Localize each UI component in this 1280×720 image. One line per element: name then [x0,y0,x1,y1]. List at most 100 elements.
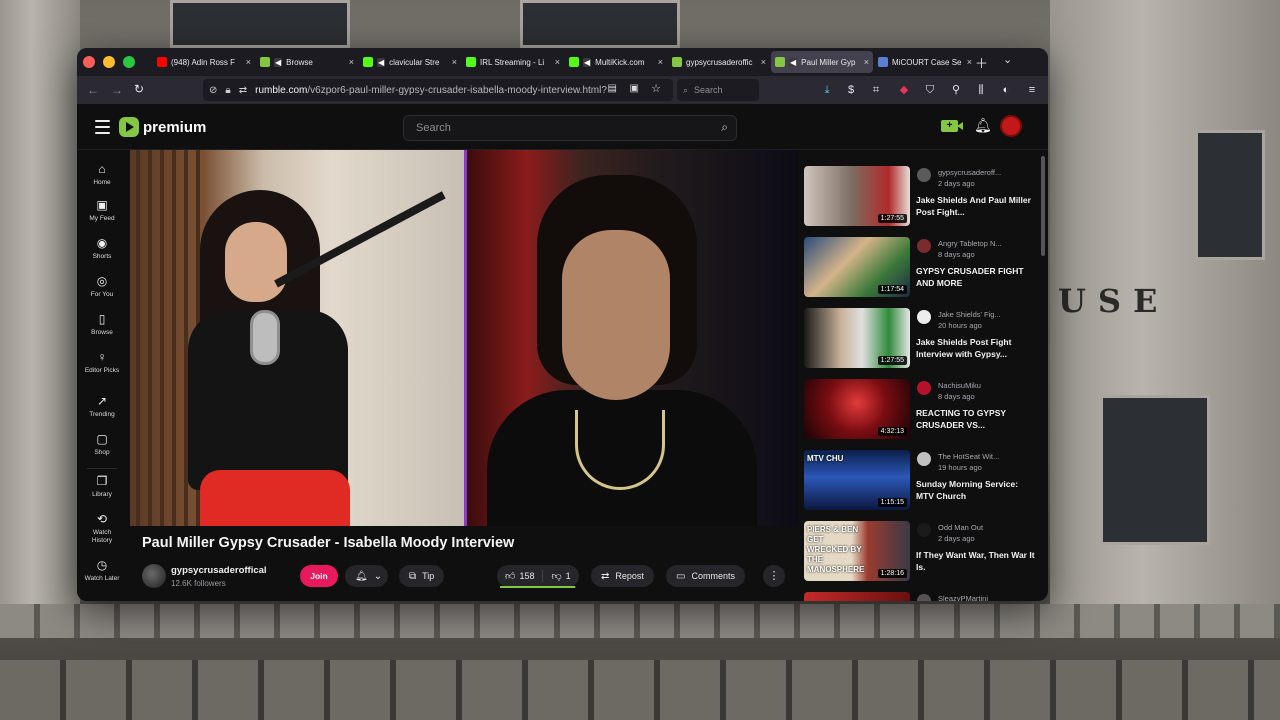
channel-avatar[interactable] [917,310,931,324]
recommended-video[interactable]: SleazyPMartini [804,592,1036,601]
browser-search-bar[interactable]: ⌕ Search [677,79,759,101]
upload-video-icon[interactable]: + [941,120,963,132]
channel-avatar[interactable] [142,564,166,588]
minimize-window-button[interactable] [103,56,115,68]
notifications-bell-icon[interactable]: 🔔︎ [974,117,992,134]
speaker-muted-icon[interactable]: ◀ [274,57,283,67]
close-tab-icon[interactable]: × [349,57,354,67]
channel-avatar[interactable] [917,594,931,601]
channel-name[interactable]: NachisuMiku [938,381,981,390]
video-thumbnail[interactable]: MTV CHU 1:15:15 [804,450,910,510]
url-text[interactable]: rumble.com/v6zpor6-paul-miller-gypsy-cru… [255,85,615,96]
sidebar-item-browse[interactable]: ▯ Browse [77,312,127,337]
video-title[interactable]: Jake Shields Post Fight Interview with G… [916,336,1036,360]
video-title[interactable]: GYPSY CRUSADER FIGHT AND MORE [916,265,1036,289]
url-bar[interactable]: ⊘ 🔒︎ ⇄ rumble.com/v6zpor6-paul-miller-gy… [203,79,673,101]
video-thumbnail[interactable]: 1:27:55 [804,166,910,226]
speaker-muted-icon[interactable]: ◀ [583,57,592,67]
picture-in-picture-icon[interactable]: ▣ [630,83,639,94]
channel-name[interactable]: Odd Man Out [938,523,983,532]
recommended-video[interactable]: MTV CHU 1:15:15 The HotSeat Wit... 19 hours… [804,450,1036,512]
close-tab-icon[interactable]: × [761,57,766,67]
like-count[interactable]: 158 [519,571,534,581]
new-tab-button[interactable]: ＋ [975,53,988,72]
reload-button[interactable]: ↻ [134,82,144,96]
crop-extension-icon[interactable]: ⌗ [869,83,883,97]
join-button[interactable]: Join [300,565,338,587]
close-tab-icon[interactable]: × [967,57,972,67]
site-search-input[interactable]: Search ⌕ [403,115,737,141]
channel-avatar[interactable] [917,168,931,182]
repost-button[interactable]: ⇄ Repost [591,565,654,587]
zoom-window-button[interactable] [123,56,135,68]
video-title[interactable]: REACTING TO GYPSY CRUSADER VS... [916,407,1036,431]
thumbs-up-icon[interactable]: 👍︎ [505,570,515,582]
close-tab-icon[interactable]: × [864,57,869,67]
browser-tab[interactable]: IRL Streaming - Li × [462,51,564,73]
back-button[interactable]: ← [87,83,99,97]
recommended-video[interactable]: 1:27:55 Jake Shields' Fig... 20 hours ago J… [804,308,1036,370]
video-thumbnail[interactable]: 1:17:54 [804,237,910,297]
recommended-video[interactable]: 1:27:55 gypsycrusaderoff... 2 days ago Jake… [804,166,1036,228]
ublock-extension-icon[interactable]: ⛉ [923,83,937,97]
browser-tab[interactable]: ◀ Paul Miller Gyp × [771,51,873,73]
sidebar-item-trending[interactable]: ↗ Trending [77,394,127,419]
dollar-extension-icon[interactable]: $ [844,83,858,97]
sidebar-item-shop[interactable]: ▢ Shop [77,432,127,457]
video-title[interactable]: Jake Shields And Paul Miller Post Fight.… [916,194,1036,218]
channel-avatar[interactable] [917,523,931,537]
sidebar-item-editor-picks[interactable]: ♀ Editor Picks [77,350,127,375]
tab-list-chevron-icon[interactable]: ⌄ [1003,53,1012,66]
sidebar-item-my-feed[interactable]: ▣ My Feed [77,198,127,223]
browser-tab[interactable]: ◀ MultiKick.com × [565,51,667,73]
tip-button[interactable]: ⧉ Tip [399,565,445,587]
sidebar-item-shorts[interactable]: ◉ Shorts [77,236,127,261]
video-title[interactable]: If They Want War, Then War It Is. [916,549,1036,573]
sound-extension-icon[interactable]: ◐ [999,83,1013,97]
sidebar-item-home[interactable]: ⌂ Home [77,162,127,187]
bookmark-star-icon[interactable]: ☆ [651,82,661,95]
sidebar-item-watch-later[interactable]: ◷ Watch Later [77,558,127,583]
tracking-shield-icon[interactable]: ⊘ [209,85,217,96]
browser-tab[interactable]: ◀ Browse × [256,51,358,73]
rumble-logo[interactable]: premium [119,117,206,137]
menu-hamburger-icon[interactable]: ≡ [1025,83,1039,97]
recommended-video[interactable]: PIERS & BEN GET WRECKED BY THE MANOSPHER… [804,521,1036,583]
more-options-button[interactable]: ⋮ [763,565,785,587]
browser-tab[interactable]: gypsycrusaderoffic × [668,51,770,73]
search-icon[interactable]: ⌕ [721,120,728,135]
channel-avatar[interactable] [917,381,931,395]
video-player[interactable] [130,150,798,526]
speaker-muted-icon[interactable]: ◀ [377,57,386,67]
channel-avatar[interactable] [917,452,931,466]
browser-tab[interactable]: MiCOURT Case Se × [874,51,976,73]
sidebar-item-for-you[interactable]: ◎ For You [77,274,127,299]
channel-avatar[interactable] [917,239,931,253]
channel-name[interactable]: SleazyPMartini [938,594,988,601]
forward-button[interactable]: → [111,83,123,97]
downloads-icon[interactable]: ⤓ [820,83,834,97]
close-tab-icon[interactable]: × [555,57,560,67]
reader-view-icon[interactable]: ▤ [608,83,617,94]
user-avatar[interactable] [1000,115,1022,137]
close-tab-icon[interactable]: × [246,57,251,67]
channel-name[interactable]: Jake Shields' Fig... [938,310,1001,319]
video-thumbnail[interactable] [804,592,910,601]
menu-icon[interactable] [95,120,110,138]
notification-extension-icon[interactable]: ◆ [897,83,911,97]
permissions-icon[interactable]: ⇄ [239,85,247,96]
close-tab-icon[interactable]: × [452,57,457,67]
comments-button[interactable]: ▭ Comments [666,565,745,587]
sidebar-item-library[interactable]: ❐ Library [77,474,127,499]
close-tab-icon[interactable]: × [658,57,663,67]
video-title[interactable]: Sunday Morning Service: MTV Church [916,478,1036,502]
channel-name[interactable]: The HotSeat Wit... [938,452,999,461]
lock-icon[interactable]: 🔒︎ [225,85,230,96]
close-window-button[interactable] [83,56,95,68]
channel-name[interactable]: Angry Tabletop N... [938,239,1002,248]
recommended-video[interactable]: 4:32:13 NachisuMiku 8 days ago REACTING TO … [804,379,1036,441]
video-thumbnail[interactable]: PIERS & BEN GET WRECKED BY THE MANOSPHER… [804,521,910,581]
extensions-puzzle-icon[interactable]: ⚲ [949,83,963,97]
thumbs-down-icon[interactable]: 👎︎ [551,570,561,582]
video-thumbnail[interactable]: 4:32:13 [804,379,910,439]
